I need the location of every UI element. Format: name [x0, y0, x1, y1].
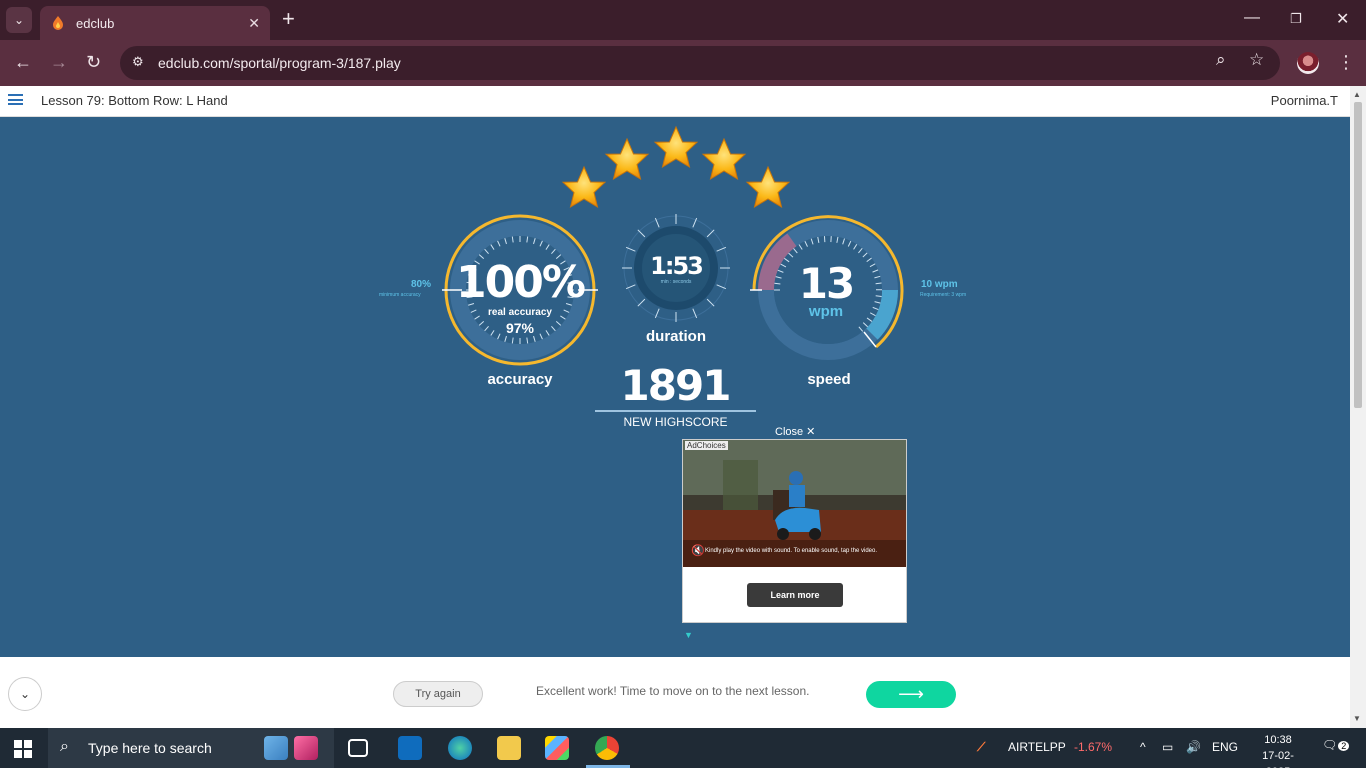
accuracy-value: 100% — [456, 257, 586, 308]
windows-taskbar: ⌕ Type here to search ⟋ AIRTELPP -1.67% … — [0, 728, 1366, 768]
star-rating — [562, 126, 790, 208]
chrome-icon[interactable] — [595, 736, 619, 760]
star-icon — [562, 166, 606, 208]
score-value: 1891 — [620, 361, 732, 410]
mute-icon[interactable]: 🔇 — [691, 544, 705, 557]
tab-search-button[interactable]: ⌄ — [6, 7, 32, 33]
windows-start-icon[interactable] — [14, 740, 32, 758]
scroll-thumb[interactable] — [1354, 102, 1362, 408]
score-label: NEW HIGHSCORE — [623, 415, 728, 429]
taskbar-search-placeholder: Type here to search — [88, 740, 212, 756]
real-accuracy-value: 97% — [505, 320, 535, 336]
notification-center-icon[interactable]: 🗨 2 — [1322, 738, 1350, 752]
speed-requirement-value: 10 wpm — [921, 279, 958, 290]
clock-date: 17-02-2025 — [1262, 750, 1294, 768]
minimize-button[interactable]: — — [1244, 9, 1260, 27]
language-indicator[interactable]: ENG — [1212, 740, 1238, 754]
browser-toolbar: ← → ↻ ⚙ edclub.com/sportal/program-3/187… — [0, 40, 1366, 86]
search-icon: ⌕ — [60, 738, 69, 755]
cards-widget-icon[interactable] — [294, 736, 318, 760]
profile-avatar[interactable] — [1297, 52, 1319, 74]
tab-title: edclub — [76, 15, 115, 31]
forward-icon[interactable]: → — [50, 52, 68, 72]
real-accuracy-label: real accuracy — [488, 307, 552, 318]
gauge-tick — [875, 295, 882, 297]
ad-video[interactable]: AdChoices 🔇 Kindly play the video with s… — [683, 440, 906, 567]
bookmark-star-icon[interactable]: ☆ — [1249, 50, 1264, 70]
task-view-icon[interactable] — [348, 739, 368, 757]
reload-icon[interactable]: ↻ — [86, 52, 101, 72]
advertisement[interactable]: AdChoices 🔇 Kindly play the video with s… — [682, 439, 907, 623]
volume-icon[interactable]: 🔊 — [1186, 740, 1201, 754]
clock-time: 10:38 — [1264, 734, 1292, 746]
star-icon — [605, 138, 649, 180]
browser-tabbar: ⌄ edclub ✕ + — ❐ ✕ — [0, 0, 1366, 40]
speed-requirement-label: Requirement: 3 wpm — [920, 292, 967, 298]
gauge-tick — [706, 298, 715, 307]
restore-button[interactable]: ❐ — [1290, 11, 1302, 27]
duration-label: duration — [646, 328, 706, 345]
battery-icon[interactable]: ▭ — [1162, 740, 1173, 754]
edclub-logo-icon — [53, 16, 63, 30]
speed-value: 13 — [798, 259, 855, 308]
star-icon — [702, 138, 746, 180]
browser-menu-icon[interactable]: ⋮ — [1337, 52, 1355, 73]
try-again-button[interactable]: Try again — [393, 681, 483, 707]
address-bar[interactable]: ⚙ edclub.com/sportal/program-3/187.play — [120, 46, 1280, 80]
taskbar-clock[interactable]: 10:38 17-02-2025 — [1250, 732, 1306, 768]
browser-tab[interactable]: edclub ✕ — [40, 6, 270, 40]
stock-name[interactable]: AIRTELPP — [1008, 740, 1066, 754]
back-icon[interactable]: ← — [14, 52, 32, 72]
speed-unit: wpm — [808, 303, 844, 320]
tray-chevron-icon[interactable]: ^ — [1140, 740, 1146, 754]
lesson-title: Lesson 79: Bottom Row: L Hand — [41, 93, 228, 108]
accuracy-label: accuracy — [487, 371, 553, 388]
puzzle-widget-icon[interactable] — [264, 736, 288, 760]
app-header: Lesson 79: Bottom Row: L Hand Poornima.T — [0, 86, 1350, 117]
gauge-tick — [637, 229, 646, 238]
min-accuracy-label: minimum accuracy — [379, 292, 421, 298]
user-name[interactable]: Poornima.T — [1271, 93, 1338, 108]
new-tab-button[interactable]: + — [282, 8, 295, 30]
gauge-tick — [637, 298, 646, 307]
hamburger-menu-icon[interactable] — [8, 94, 23, 105]
zoom-icon[interactable]: ⌕ — [1216, 50, 1226, 70]
stock-change: -1.67% — [1074, 740, 1113, 754]
microsoft-store-icon[interactable] — [545, 736, 569, 760]
file-explorer-icon[interactable] — [497, 736, 521, 760]
completion-message: Excellent work! Time to move on to the n… — [536, 684, 810, 698]
scroll-up-icon[interactable]: ▲ — [1353, 90, 1361, 99]
ad-close-button[interactable]: Close ✕ — [775, 425, 815, 438]
duration-sublabel: min : seconds — [660, 279, 692, 285]
duration-value: 1:53 — [650, 252, 704, 280]
site-settings-icon[interactable]: ⚙ — [132, 54, 150, 72]
scroll-down-icon[interactable]: ▼ — [1353, 714, 1361, 723]
ad-learn-more-button[interactable]: Learn more — [747, 583, 843, 607]
page-scrollbar[interactable]: ▲ ▼ — [1350, 86, 1366, 728]
outlook-icon[interactable] — [398, 736, 422, 760]
next-lesson-button[interactable]: ⟶ — [866, 681, 956, 708]
close-window-button[interactable]: ✕ — [1336, 9, 1349, 29]
notification-count: 2 — [1338, 741, 1350, 751]
lesson-footer: ⌄ Try again Excellent work! Time to move… — [0, 657, 1350, 728]
gauge-tick — [706, 229, 715, 238]
ad-marker-icon: ▼ — [684, 630, 693, 640]
stock-widget-icon[interactable]: ⟋ — [977, 740, 985, 755]
taskbar-search-box[interactable]: ⌕ Type here to search — [48, 728, 334, 768]
tab-close-icon[interactable]: ✕ — [248, 15, 260, 32]
star-icon — [746, 166, 790, 208]
adchoices-label[interactable]: AdChoices — [685, 441, 728, 450]
score-divider — [595, 410, 756, 412]
min-accuracy-value: 80% — [411, 279, 432, 290]
star-icon — [654, 126, 698, 168]
edge-icon[interactable] — [448, 736, 472, 760]
ad-caption: Kindly play the video with sound. To ena… — [705, 548, 878, 554]
url-text: edclub.com/sportal/program-3/187.play — [158, 55, 401, 71]
collapse-chevron-icon[interactable]: ⌄ — [8, 677, 42, 711]
results-panel: 100% real accuracy 97% accuracy 80% mini… — [0, 117, 1350, 657]
speed-label: speed — [807, 371, 851, 388]
